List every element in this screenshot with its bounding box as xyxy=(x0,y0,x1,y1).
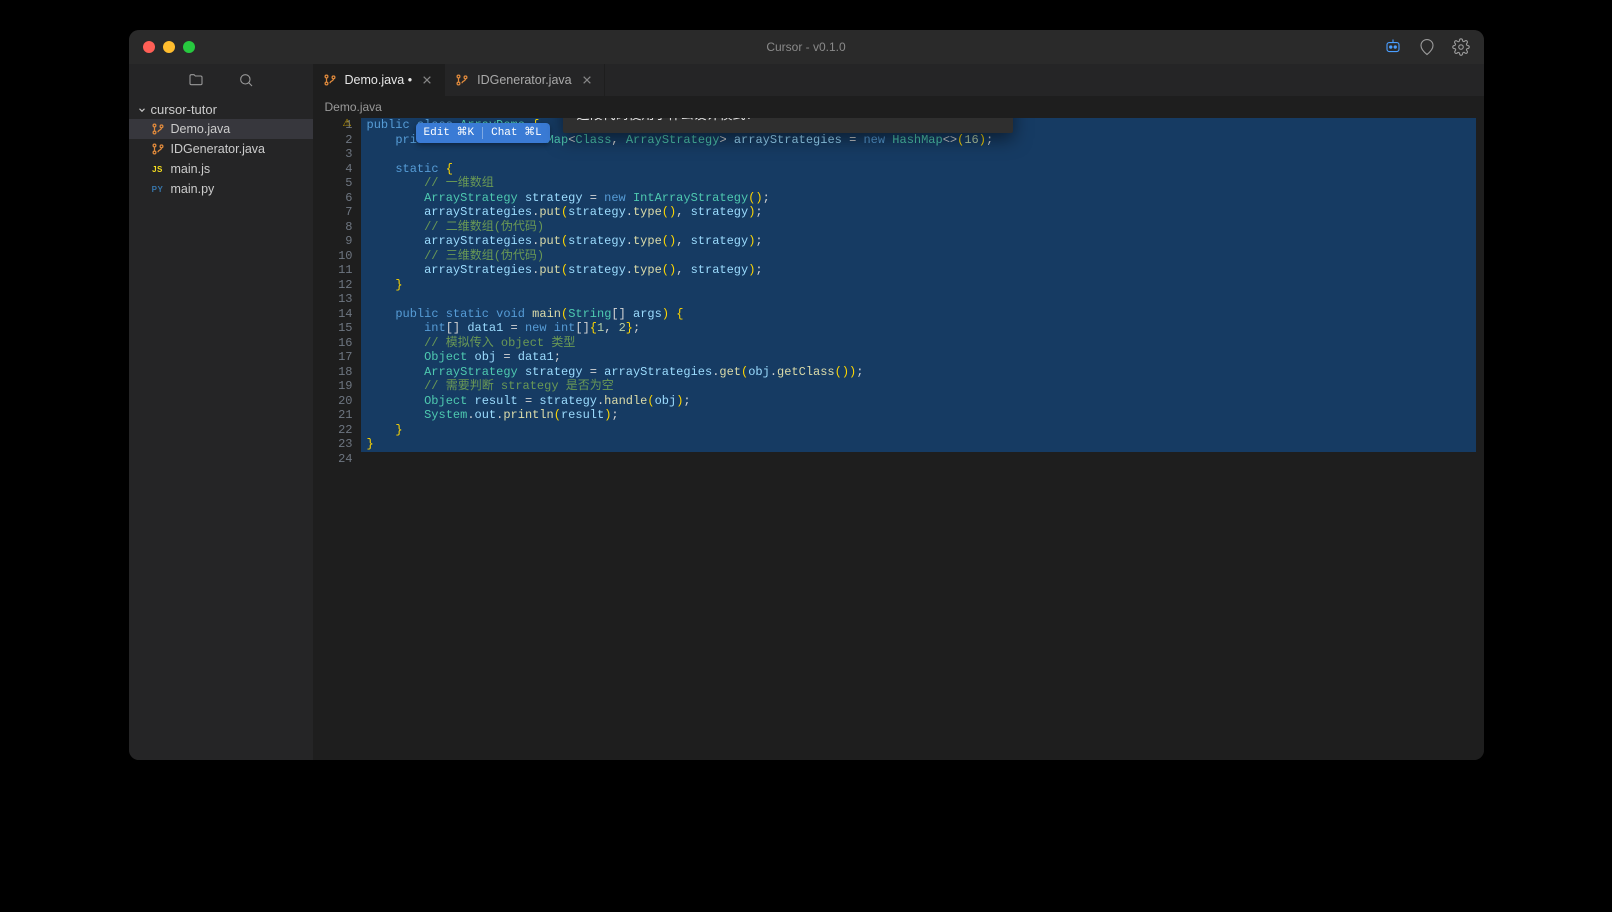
file-icon xyxy=(455,73,469,87)
code-editor[interactable]: 这段代码使用了什么设计模式? 1234567891011121314151617… xyxy=(313,118,1484,760)
code-line[interactable]: arrayStrategies.put(strategy.type(), str… xyxy=(361,205,1484,220)
code-line[interactable]: arrayStrategies.put(strategy.type(), str… xyxy=(361,234,1484,249)
close-window-button[interactable] xyxy=(143,41,155,53)
code-line[interactable]: arrayStrategies.put(strategy.type(), str… xyxy=(361,263,1484,278)
edit-action[interactable]: Edit ⌘K xyxy=(416,126,483,141)
code-line[interactable]: ArrayStrategy strategy = new IntArrayStr… xyxy=(361,191,1484,206)
explorer-root[interactable]: cursor-tutor xyxy=(129,100,313,119)
line-number: 14 xyxy=(313,307,353,322)
line-number: 2 xyxy=(313,133,353,148)
chevron-down-icon xyxy=(137,105,147,115)
file-explorer: cursor-tutor Demo.java IDGenerator.java JS… xyxy=(129,96,313,203)
tab-bar: Demo.java • IDGenerator.java xyxy=(313,64,1484,96)
code-line[interactable]: static { xyxy=(361,162,1484,177)
line-number: 23 xyxy=(313,437,353,452)
code-line[interactable]: // 二维数组(伪代码) xyxy=(361,220,1484,235)
app-window: Cursor - v0.1.0 xyxy=(129,30,1484,760)
code-line[interactable]: Object obj = data1; xyxy=(361,350,1484,365)
line-number: 6 xyxy=(313,191,353,206)
root-folder-name: cursor-tutor xyxy=(151,102,217,117)
code-line[interactable]: int[] data1 = new int[]{1, 2}; xyxy=(361,321,1484,336)
line-number: 5 xyxy=(313,176,353,191)
tab-label: Demo.java • xyxy=(345,73,413,87)
file-icon xyxy=(151,142,165,156)
minimize-window-button[interactable] xyxy=(163,41,175,53)
code-line[interactable]: } xyxy=(361,423,1484,438)
ai-assistant-icon[interactable] xyxy=(1384,38,1402,56)
code-line[interactable]: // 一维数组 xyxy=(361,176,1484,191)
file-tree-item[interactable]: Demo.java xyxy=(129,119,313,139)
line-number: 18 xyxy=(313,365,353,380)
line-number: 19 xyxy=(313,379,353,394)
breadcrumb[interactable]: Demo.java xyxy=(313,96,1484,118)
code-content[interactable]: Edit ⌘K Chat ⌘L public class ArrayDemo {… xyxy=(361,118,1484,760)
editor-area: Demo.java • IDGenerator.java Demo.java 这段… xyxy=(313,64,1484,760)
line-number: 15 xyxy=(313,321,353,336)
window-title: Cursor - v0.1.0 xyxy=(766,40,845,54)
file-name: main.py xyxy=(171,182,215,196)
file-name: Demo.java xyxy=(171,122,231,136)
search-icon[interactable] xyxy=(238,72,254,88)
code-line[interactable]: // 三维数组(伪代码) xyxy=(361,249,1484,264)
code-line[interactable]: public static void main(String[] args) { xyxy=(361,307,1484,322)
code-line[interactable] xyxy=(361,147,1484,162)
title-bar: Cursor - v0.1.0 xyxy=(129,30,1484,64)
editor-tab[interactable]: Demo.java • xyxy=(313,64,446,96)
code-line[interactable] xyxy=(361,292,1484,307)
line-number: 24 xyxy=(313,452,353,467)
line-number: 12 xyxy=(313,278,353,293)
window-controls xyxy=(143,41,195,53)
breadcrumb-file: Demo.java xyxy=(325,100,382,114)
code-line[interactable]: // 需要判断 strategy 是否为空 xyxy=(361,379,1484,394)
sidebar-toolbar xyxy=(129,64,313,96)
editor-tab[interactable]: IDGenerator.java xyxy=(445,64,605,96)
close-tab-icon[interactable] xyxy=(420,73,434,87)
chat-action[interactable]: Chat ⌘L xyxy=(483,126,550,141)
file-icon: PY xyxy=(151,182,165,196)
warning-glyph-icon[interactable]: ⚠ xyxy=(343,118,355,133)
line-number: 7 xyxy=(313,205,353,220)
file-tree-item[interactable]: JS main.js xyxy=(129,159,313,179)
activity-icon[interactable] xyxy=(1418,38,1436,56)
code-line[interactable]: } xyxy=(361,437,1484,452)
sidebar: cursor-tutor Demo.java IDGenerator.java JS… xyxy=(129,64,313,760)
folder-icon[interactable] xyxy=(188,72,204,88)
code-line[interactable] xyxy=(361,452,1484,467)
ai-chat-bubble[interactable]: 这段代码使用了什么设计模式? xyxy=(563,118,1013,133)
code-line[interactable]: ArrayStrategy strategy = arrayStrategies… xyxy=(361,365,1484,380)
code-line[interactable]: // 模拟传入 object 类型 xyxy=(361,336,1484,351)
title-actions xyxy=(1384,38,1470,56)
file-icon xyxy=(323,73,337,87)
close-tab-icon[interactable] xyxy=(580,73,594,87)
line-number: 10 xyxy=(313,249,353,264)
file-name: IDGenerator.java xyxy=(171,142,266,156)
tab-label: IDGenerator.java xyxy=(477,73,572,87)
line-number: 20 xyxy=(313,394,353,409)
file-tree-item[interactable]: IDGenerator.java xyxy=(129,139,313,159)
chat-bubble-text: 这段代码使用了什么设计模式? xyxy=(577,118,753,122)
file-icon xyxy=(151,122,165,136)
line-number: 13 xyxy=(313,292,353,307)
line-number: 17 xyxy=(313,350,353,365)
line-number: 16 xyxy=(313,336,353,351)
line-number: 8 xyxy=(313,220,353,235)
line-number: 9 xyxy=(313,234,353,249)
code-line[interactable]: Object result = strategy.handle(obj); xyxy=(361,394,1484,409)
line-number-gutter: 123456789101112131415161718192021222324 xyxy=(313,118,361,760)
line-number: 11 xyxy=(313,263,353,278)
line-number: 4 xyxy=(313,162,353,177)
file-icon: JS xyxy=(151,162,165,176)
line-number: 22 xyxy=(313,423,353,438)
maximize-window-button[interactable] xyxy=(183,41,195,53)
code-line[interactable]: System.out.println(result); xyxy=(361,408,1484,423)
line-number: 21 xyxy=(313,408,353,423)
settings-gear-icon[interactable] xyxy=(1452,38,1470,56)
file-name: main.js xyxy=(171,162,211,176)
ai-action-pill: Edit ⌘K Chat ⌘L xyxy=(416,123,550,143)
line-number: 3 xyxy=(313,147,353,162)
code-line[interactable]: } xyxy=(361,278,1484,293)
file-tree-item[interactable]: PY main.py xyxy=(129,179,313,199)
